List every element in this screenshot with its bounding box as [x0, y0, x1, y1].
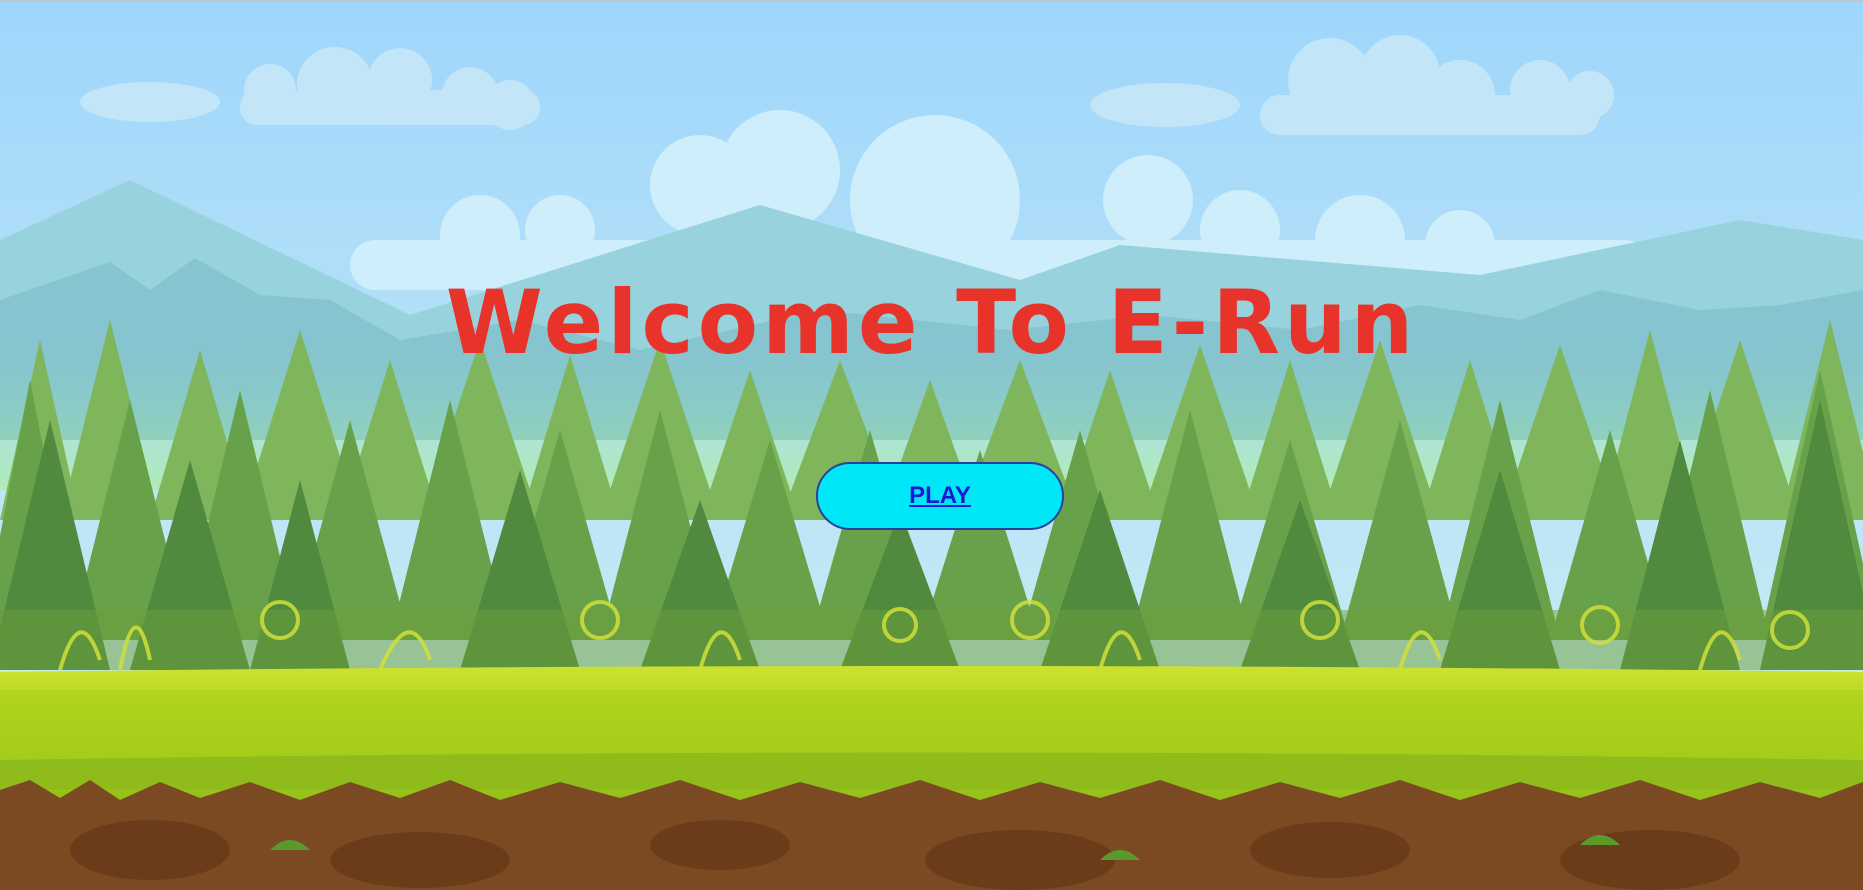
page-title: Welcome To E-Run — [445, 271, 1418, 374]
play-link[interactable]: PLAY — [909, 482, 971, 510]
forest-background — [0, 0, 1863, 890]
top-border — [0, 0, 1863, 2]
play-button[interactable]: PLAY — [816, 462, 1064, 530]
